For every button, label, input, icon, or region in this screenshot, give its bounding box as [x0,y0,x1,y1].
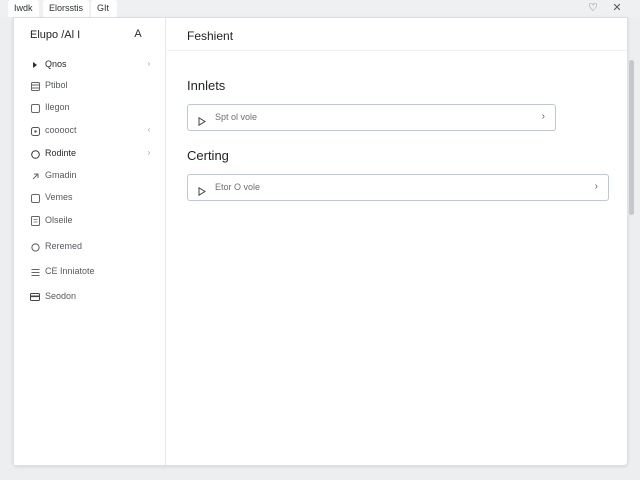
link-icon [30,171,40,181]
sidebar-item-label: CE Inniatote [45,266,95,276]
chevron-right-icon: › [147,148,151,157]
section-title-innlets: Innlets [187,78,226,93]
chevron-right-icon: › [594,181,598,192]
lines-icon [30,267,40,277]
tab-2[interactable]: GIt [91,0,117,17]
row-label: Spt ol vole [215,112,258,122]
ring-icon [30,242,40,252]
tab-strip: Iwdk Elorsstis GIt ♡ ✕ [0,0,640,17]
sidebar-item-label: cooooct [45,125,77,135]
sidebar-item-ptibol[interactable]: Ptibol [14,76,166,96]
sidebar-item-label: Seodon [45,291,77,301]
page-title: Feshient [187,29,234,43]
chevron-left-icon: ‹ [147,125,151,134]
sidebar-title: Elupo /Al I [30,29,81,41]
sidebar-item-label: Ptibol [45,80,68,90]
chevron-right-icon: › [147,59,151,68]
play-icon [198,113,207,127]
card-icon [30,292,40,302]
sidebar-item-vemes[interactable]: Vemes [14,188,166,208]
sidebar-item-qnos[interactable]: Qnos › [14,55,166,75]
sidebar: Elupo /Al I A Qnos › Ptibol Ilegon coooo… [14,18,166,465]
sidebar-item-label: Olseile [45,215,73,225]
vertical-scrollbar[interactable] [629,60,634,215]
row-innlets[interactable]: Spt ol vole › [187,104,556,131]
box-icon [30,193,40,203]
sidebar-item-seodon[interactable]: Seodon [14,287,166,307]
close-icon[interactable]: ✕ [609,1,625,15]
sidebar-item-label: Ilegon [45,102,70,112]
chevron-right-icon: › [541,111,545,122]
shield-icon[interactable]: ♡ [585,1,601,15]
rounded-square-icon [30,126,40,136]
tab-0[interactable]: Iwdk [8,0,39,17]
triangle-bullet-icon [30,60,40,70]
sidebar-action-button[interactable]: A [132,28,144,40]
sidebar-item-ilegon[interactable]: Ilegon [14,98,166,118]
sidebar-item-label: Gmadin [45,170,77,180]
sidebar-item-gmadin[interactable]: Gmadin [14,166,166,186]
grid-icon [30,81,40,91]
app-window: Elupo /Al I A Qnos › Ptibol Ilegon coooo… [13,17,628,466]
sidebar-item-rodinte[interactable]: Rodinte › [14,144,166,164]
tab-label: Iwdk [14,3,33,13]
sidebar-item-olseile[interactable]: Olseile [14,211,166,231]
main-header: Feshient [167,18,627,51]
row-certing[interactable]: Etor O vole › [187,174,609,201]
sidebar-item-label: Qnos [45,59,67,69]
sidebar-item-inniatote[interactable]: CE Inniatote [14,262,166,282]
sidebar-item-label: Rodinte [45,148,77,158]
tab-label: Elorsstis [49,3,84,13]
tab-label: GIt [97,3,110,13]
section-title-certing: Certing [187,148,229,163]
sidebar-item-label: Vemes [45,192,73,202]
sidebar-item-cooooct[interactable]: cooooct ‹ [14,121,166,141]
sidebar-item-label: Reremed [45,241,83,251]
play-icon [198,183,207,197]
tab-1[interactable]: Elorsstis [43,0,90,17]
row-label: Etor O vole [215,182,261,192]
square-icon [30,103,40,113]
sidebar-header: Elupo /Al I A [14,18,166,52]
sidebar-item-reremed[interactable]: Reremed [14,237,166,257]
doc-icon [30,216,40,226]
circle-icon [30,149,40,159]
